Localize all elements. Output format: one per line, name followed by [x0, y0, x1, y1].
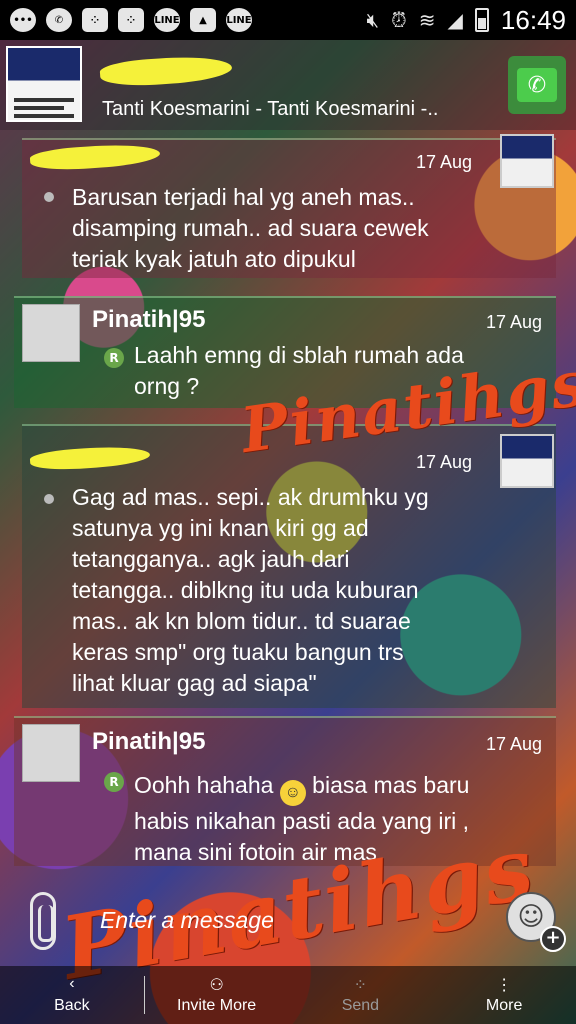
message-card[interactable]: 17 Aug Gag ad mas.. sepi.. ak drumhku yg…	[22, 424, 556, 708]
redaction-mark	[29, 141, 161, 173]
mute-icon: 🔇︎	[366, 8, 380, 32]
more-label: More	[485, 997, 523, 1014]
group-avatar[interactable]	[6, 46, 82, 122]
laughing-emoji-icon: ☺	[279, 780, 306, 806]
line-icon: LINE	[226, 8, 252, 32]
message-input[interactable]	[100, 900, 480, 940]
chat-subtitle: Tanti Koesmarini - Tanti Koesmarini -..	[102, 98, 439, 120]
message-date: 17 Aug	[486, 312, 543, 332]
back-label: Back	[54, 997, 90, 1014]
chat-header[interactable]: Tanti Koesmarini - Tanti Koesmarini -.. …	[0, 40, 576, 130]
status-bar: ••• ✆ ⁘ ⁘ LINE ▲ LINE 🔇︎ ⏰︎ ≋ ◢ 16:49	[0, 0, 576, 40]
message-text: Barusan terjadi hal yg aneh mas.. disamp…	[72, 184, 429, 272]
bottom-action-bar: ‹ Back ⚇ Invite More ⁘ Send ⋮ More	[0, 966, 576, 1024]
clock: 16:49	[500, 4, 566, 35]
call-button[interactable]: ✆	[508, 56, 566, 114]
overflow-menu-icon: ⋮	[496, 977, 513, 994]
message-card[interactable]: 17 Aug Barusan terjadi hal yg aneh mas..…	[22, 134, 556, 278]
wifi-icon: ≋	[418, 8, 436, 32]
alarm-icon: ⏰︎	[391, 8, 407, 32]
phone-icon: ✆	[517, 68, 557, 102]
whatsapp-icon: ✆	[46, 8, 72, 32]
plus-icon: +	[540, 926, 566, 952]
message-bullet	[44, 192, 54, 202]
sender-name: Pinatih|95	[92, 728, 206, 755]
gallery-icon: ▲	[190, 8, 216, 32]
bbm-icon: ⁘	[82, 8, 108, 32]
chevron-left-icon: ‹	[69, 975, 75, 992]
chat-bubble-icon: •••	[10, 8, 36, 32]
invite-icon: ⚇	[209, 977, 224, 994]
send-label: Send	[341, 997, 380, 1014]
redaction-mark	[99, 53, 233, 89]
back-button[interactable]: ‹ Back	[0, 966, 144, 1024]
message-date: 17 Aug	[416, 452, 473, 472]
send-icon: ⁘	[353, 977, 368, 994]
send-button[interactable]: ⁘ Send	[289, 966, 433, 1024]
invite-more-label: Invite More	[177, 997, 257, 1014]
line-icon: LINE	[154, 8, 180, 32]
compose-bar: ☺ +	[0, 880, 576, 960]
message-text: Gag ad mas.. sepi.. ak drumhku yg satuny…	[72, 484, 429, 696]
sender-avatar	[22, 724, 80, 782]
message-date: 17 Aug	[486, 734, 543, 754]
bbm-icon: ⁘	[118, 8, 144, 32]
sender-thumbnail	[500, 134, 554, 188]
read-badge: R	[104, 348, 124, 368]
signal-icon: ◢	[447, 8, 463, 32]
sender-name: Pinatih|95	[92, 306, 206, 333]
battery-icon	[474, 8, 489, 32]
message-bullet	[44, 494, 54, 504]
read-badge: R	[104, 772, 124, 792]
invite-more-button[interactable]: ⚇ Invite More	[145, 966, 289, 1024]
message-date: 17 Aug	[416, 152, 473, 172]
more-button[interactable]: ⋮ More	[432, 966, 576, 1024]
attach-icon[interactable]	[30, 892, 56, 950]
sender-thumbnail	[500, 434, 554, 488]
redaction-mark	[29, 443, 151, 473]
sender-avatar	[22, 304, 80, 362]
